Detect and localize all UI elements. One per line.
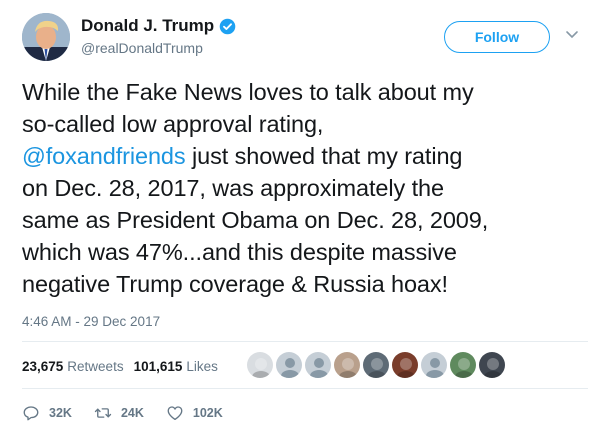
mention-link[interactable]: @foxandfriends	[22, 143, 186, 169]
reply-icon	[23, 406, 39, 421]
tweet-text-segment: so-called low approval rating,	[22, 111, 324, 137]
tweet-text-line: negative Trump coverage & Russia hoax!	[22, 268, 592, 300]
tweet-text-segment: which was 47%...and this despite massive	[22, 239, 457, 265]
tweet-text-line: on Dec. 28, 2017, was approximately the	[22, 172, 592, 204]
liker-avatar-5[interactable]	[362, 351, 390, 379]
retweet-icon	[94, 408, 112, 418]
retweet-button[interactable]: 24K	[94, 404, 144, 422]
verified-badge-icon	[219, 18, 236, 34]
tweet-text-line: so-called low approval rating,	[22, 108, 592, 140]
liker-avatars	[246, 351, 507, 379]
tweet-text: While the Fake News loves to talk about …	[22, 76, 592, 300]
divider	[22, 388, 588, 389]
tweet-text-line: While the Fake News loves to talk about …	[22, 76, 592, 108]
retweets-label: Retweets	[67, 359, 124, 374]
liker-avatar-1[interactable]	[246, 351, 274, 379]
retweet-count: 24K	[120, 406, 144, 420]
tweet-text-segment: on Dec. 28, 2017, was approximately the	[22, 175, 444, 201]
user-name-row[interactable]: Donald J. Trump	[81, 16, 236, 36]
reply-count: 32K	[49, 406, 72, 420]
reply-button[interactable]: 32K	[22, 404, 72, 422]
heart-icon	[167, 406, 183, 421]
like-button[interactable]: 102K	[166, 404, 223, 422]
tweet-text-line: which was 47%...and this despite massive	[22, 236, 592, 268]
avatar-image	[22, 13, 70, 61]
retweets-stat[interactable]: 23,675 Retweets	[22, 359, 124, 374]
like-count: 102K	[192, 406, 223, 420]
tweet-text-segment: same as President Obama on Dec. 28, 2009…	[22, 207, 489, 233]
default-egg-avatar[interactable]	[420, 351, 448, 379]
liker-avatar-4[interactable]	[333, 351, 361, 379]
avatar[interactable]	[22, 13, 70, 61]
tweet-text-segment: While the Fake News loves to talk about …	[22, 79, 474, 105]
liker-avatar-9[interactable]	[478, 351, 506, 379]
likes-label: Likes	[186, 359, 218, 374]
tweet-actions: 32K 24K 102K	[22, 404, 223, 422]
display-name[interactable]: Donald J. Trump	[81, 16, 214, 36]
divider	[22, 341, 588, 342]
liker-avatar-8[interactable]	[449, 351, 477, 379]
default-egg-avatar[interactable]	[304, 351, 332, 379]
chevron-down-icon[interactable]	[565, 30, 579, 40]
tweet-text-line: same as President Obama on Dec. 28, 2009…	[22, 204, 592, 236]
tweet-text-line: @foxandfriends just showed that my ratin…	[22, 140, 592, 172]
tweet-text-segment: negative Trump coverage & Russia hoax!	[22, 271, 448, 297]
default-egg-avatar[interactable]	[275, 351, 303, 379]
liker-avatar-6[interactable]	[391, 351, 419, 379]
follow-button[interactable]: Follow	[444, 21, 550, 53]
likes-count: 101,615	[133, 359, 183, 374]
user-handle[interactable]: @realDonaldTrump	[81, 40, 203, 56]
tweet-text-segment: just showed that my rating	[185, 143, 463, 169]
likes-stat[interactable]: 101,615 Likes	[134, 359, 218, 374]
tweet-timestamp[interactable]: 4:46 AM - 29 Dec 2017	[22, 314, 160, 329]
retweets-count: 23,675	[22, 359, 64, 374]
tweet-stats: 23,675 Retweets 101,615 Likes	[22, 359, 218, 374]
